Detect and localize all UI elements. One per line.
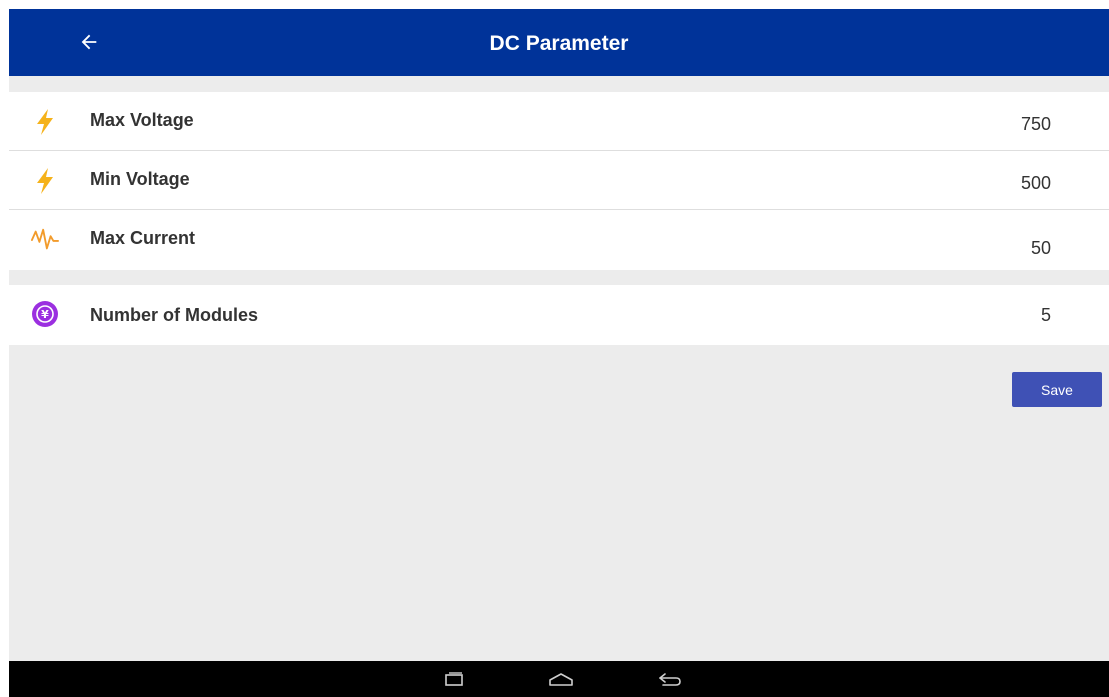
- max-current-value[interactable]: 50: [1031, 238, 1051, 259]
- system-nav-bar: [9, 661, 1109, 697]
- max-voltage-label: Max Voltage: [90, 110, 194, 130]
- screen: DC Parameter Max Voltage 750 Min Voltage…: [9, 9, 1109, 697]
- back-icon: [659, 673, 681, 686]
- modules-card: ¥ Number of Modules 5: [9, 285, 1109, 345]
- recent-apps-icon: [445, 672, 463, 686]
- max-current-label: Max Current: [90, 228, 196, 248]
- app-bar: DC Parameter: [9, 9, 1109, 76]
- nav-back-button[interactable]: [645, 661, 695, 697]
- svg-text:¥: ¥: [41, 308, 49, 321]
- row-max-voltage[interactable]: Max Voltage 750: [9, 92, 1109, 151]
- save-button[interactable]: Save: [1012, 372, 1102, 407]
- module-circle-icon: ¥: [31, 300, 59, 328]
- max-voltage-value[interactable]: 750: [1021, 114, 1051, 135]
- recent-apps-button[interactable]: [429, 661, 479, 697]
- min-voltage-label: Min Voltage: [90, 169, 190, 189]
- row-number-of-modules[interactable]: ¥ Number of Modules 5: [9, 285, 1109, 345]
- current-wave-icon: [31, 226, 59, 254]
- row-max-current[interactable]: Max Current 50: [9, 210, 1109, 270]
- parameter-card: Max Voltage 750 Min Voltage 500 Max Curr…: [9, 92, 1109, 270]
- lightning-icon: [31, 167, 59, 195]
- home-button[interactable]: [536, 661, 586, 697]
- min-voltage-value[interactable]: 500: [1021, 173, 1051, 194]
- row-min-voltage[interactable]: Min Voltage 500: [9, 151, 1109, 210]
- page-title: DC Parameter: [489, 32, 629, 55]
- number-of-modules-label: Number of Modules: [90, 305, 259, 325]
- home-icon: [549, 673, 573, 686]
- lightning-icon: [31, 108, 59, 136]
- number-of-modules-value[interactable]: 5: [1041, 305, 1051, 326]
